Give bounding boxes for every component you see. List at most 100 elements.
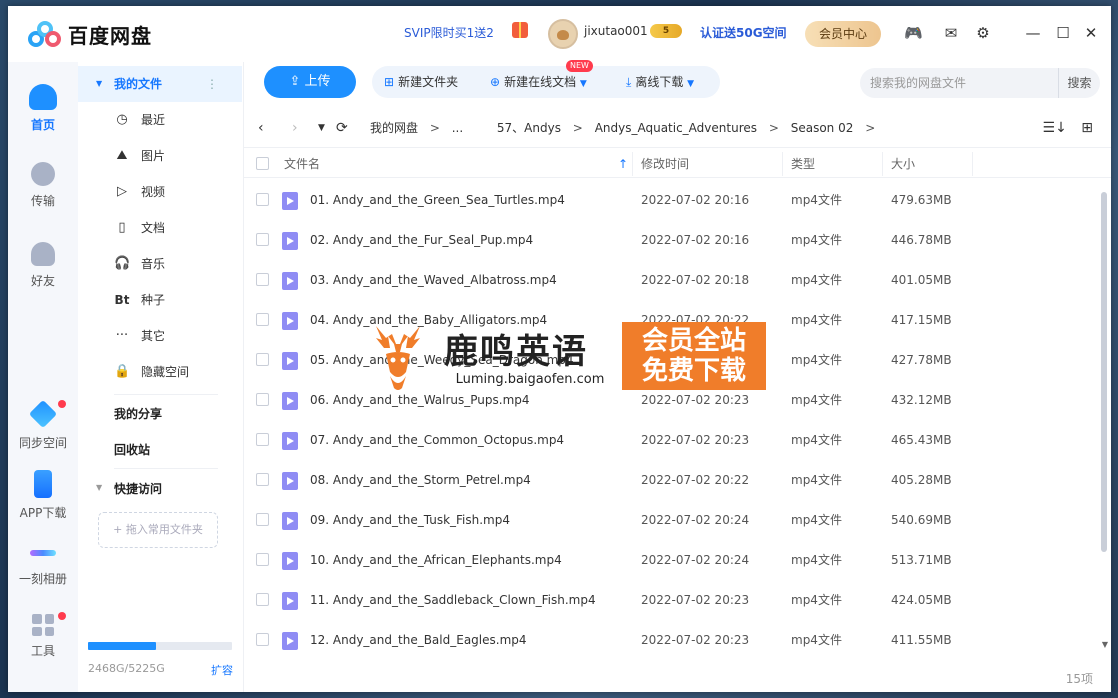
view-controls: ☰↓ ⊞ (1043, 108, 1093, 148)
forward-icon[interactable]: › (292, 108, 298, 148)
table-row[interactable]: 11. Andy_and_the_Saddleback_Clown_Fish.m… (244, 580, 1094, 620)
grid-view-icon[interactable]: ⊞ (1081, 120, 1093, 136)
back-icon[interactable]: ‹ (258, 108, 264, 148)
file-modified-time: 2022-07-02 20:16 (641, 193, 750, 207)
sidebar-item-recycle-bin[interactable]: 回收站 (114, 432, 150, 468)
rail-item-home[interactable]: 首页 (8, 84, 78, 133)
sidebar-item-hidden-space[interactable]: 🔒 隐藏空间 (78, 354, 242, 390)
row-checkbox[interactable] (256, 633, 269, 646)
gear-icon[interactable]: ⚙ (974, 24, 992, 42)
file-type: mp4文件 (791, 273, 842, 287)
row-checkbox[interactable] (256, 433, 269, 446)
row-checkbox[interactable] (256, 593, 269, 606)
table-row[interactable]: 10. Andy_and_the_African_Elephants.mp4 20… (244, 540, 1094, 580)
breadcrumb-item[interactable]: Andys_Aquatic_Adventures (595, 121, 757, 135)
table-row[interactable]: 02. Andy_and_the_Fur_Seal_Pup.mp4 2022-07… (244, 220, 1094, 260)
avatar[interactable] (548, 19, 578, 49)
rail-item-transfer[interactable]: 传输 (8, 162, 78, 209)
column-header-name[interactable]: 文件名 (284, 150, 320, 178)
file-name[interactable]: 08. Andy_and_the_Storm_Petrel.mp4 (310, 460, 531, 500)
sidebar-item-music[interactable]: 🎧 音乐 (78, 246, 242, 282)
table-row[interactable]: 12. Andy_and_the_Bald_Eagles.mp4 2022-07-… (244, 620, 1094, 660)
sidebar-item-label: 种子 (141, 293, 166, 307)
scroll-down-icon[interactable]: ▼ (1102, 640, 1108, 649)
refresh-icon[interactable]: ⟳ (336, 108, 348, 148)
quick-access-header[interactable]: 快捷访问 (96, 480, 162, 497)
sidebar-item-documents[interactable]: ▯ 文档 (78, 210, 242, 246)
video-file-icon (282, 472, 298, 490)
rail-item-friends[interactable]: 好友 (8, 242, 78, 289)
new-folder-button[interactable]: ⊞ 新建文件夹 (384, 66, 458, 98)
table-row[interactable]: 03. Andy_and_the_Waved_Albatross.mp4 2022… (244, 260, 1094, 300)
rail-item-sync[interactable]: 同步空间 (8, 399, 78, 451)
mail-icon[interactable]: ✉ (942, 24, 960, 42)
row-checkbox[interactable] (256, 553, 269, 566)
file-name[interactable]: 07. Andy_and_the_Common_Octopus.mp4 (310, 420, 564, 460)
gift-icon[interactable] (512, 22, 528, 38)
sort-list-icon[interactable]: ☰↓ (1043, 120, 1067, 136)
close-icon[interactable]: ✕ (1082, 24, 1100, 42)
sidebar-item-torrents[interactable]: Bt 种子 (78, 282, 242, 318)
row-checkbox[interactable] (256, 273, 269, 286)
file-name[interactable]: 12. Andy_and_the_Bald_Eagles.mp4 (310, 620, 527, 660)
sidebar-item-label: 图片 (141, 149, 166, 163)
auth-promo-link[interactable]: 认证送50G空间 (700, 24, 787, 41)
quick-access-drop-zone[interactable]: + 拖入常用文件夹 (98, 512, 218, 548)
file-name[interactable]: 03. Andy_and_the_Waved_Albatross.mp4 (310, 260, 557, 300)
svip-promo-link[interactable]: SVIP限时买1送2 (404, 24, 494, 41)
file-name[interactable]: 02. Andy_and_the_Fur_Seal_Pup.mp4 (310, 220, 533, 260)
sort-ascending-icon[interactable]: ↑ (618, 150, 628, 178)
sidebar-item-my-files[interactable]: 我的文件 ⋮ (78, 66, 242, 102)
rail-item-app-download[interactable]: APP下载 (8, 470, 78, 521)
breadcrumb-item[interactable]: Season 02 (791, 121, 854, 135)
row-checkbox[interactable] (256, 353, 269, 366)
more-icon[interactable]: ⋮ (206, 66, 218, 102)
column-header-type[interactable]: 类型 (791, 150, 815, 178)
minimize-icon[interactable]: — (1024, 24, 1042, 42)
search-input[interactable]: 搜索我的网盘文件 搜索 (860, 68, 1100, 98)
video-file-icon (282, 272, 298, 290)
sidebar-item-label: 隐藏空间 (141, 365, 190, 379)
breadcrumb-root[interactable]: 我的网盘 (370, 121, 418, 135)
username[interactable]: jixutao001 (584, 24, 648, 38)
file-name[interactable]: 10. Andy_and_the_African_Elephants.mp4 (310, 540, 562, 580)
sidebar-item-recent[interactable]: ◷ 最近 (78, 102, 242, 138)
column-header-modified[interactable]: 修改时间 (641, 150, 689, 178)
row-checkbox[interactable] (256, 393, 269, 406)
row-checkbox[interactable] (256, 313, 269, 326)
select-all-checkbox[interactable] (256, 157, 269, 170)
table-row[interactable]: 01. Andy_and_the_Green_Sea_Turtles.mp4 20… (244, 180, 1094, 220)
sidebar-item-my-share[interactable]: 我的分享 (114, 396, 162, 432)
upload-button[interactable]: ⇪ 上传 (264, 66, 356, 98)
file-name[interactable]: 11. Andy_and_the_Saddleback_Clown_Fish.m… (310, 580, 596, 620)
table-row[interactable]: 08. Andy_and_the_Storm_Petrel.mp4 2022-07… (244, 460, 1094, 500)
sidebar-item-other[interactable]: ··· 其它 (78, 318, 242, 354)
rail-item-tools[interactable]: 工具 (8, 612, 78, 659)
vip-center-button[interactable]: 会员中心 (805, 21, 881, 47)
table-row[interactable]: 07. Andy_and_the_Common_Octopus.mp4 2022-… (244, 420, 1094, 460)
search-button[interactable]: 搜索 (1058, 68, 1100, 98)
scrollbar[interactable] (1101, 192, 1107, 552)
file-name[interactable]: 01. Andy_and_the_Green_Sea_Turtles.mp4 (310, 180, 565, 220)
column-header-size[interactable]: 大小 (891, 150, 915, 178)
row-checkbox[interactable] (256, 473, 269, 486)
maximize-icon[interactable]: ☐ (1054, 24, 1072, 42)
breadcrumb-item[interactable]: 57、Andys (497, 121, 561, 135)
row-checkbox[interactable] (256, 233, 269, 246)
app-window: 百度网盘 SVIP限时买1送2 jixutao001 5 认证送50G空间 会员… (8, 6, 1111, 692)
row-checkbox[interactable] (256, 513, 269, 526)
sidebar-item-images[interactable]: ⛰ 图片 (78, 138, 242, 174)
expand-storage-link[interactable]: 扩容 (211, 662, 233, 678)
history-dropdown-icon[interactable]: ▼ (318, 108, 325, 148)
app-logo[interactable]: 百度网盘 (28, 20, 152, 49)
row-checkbox[interactable] (256, 193, 269, 206)
more-icon: ··· (115, 328, 129, 343)
offline-download-button[interactable]: ⤓ 离线下载 ▼ (626, 66, 694, 98)
table-row[interactable]: 09. Andy_and_the_Tusk_Fish.mp4 2022-07-02… (244, 500, 1094, 540)
sidebar-item-videos[interactable]: ▷ 视频 (78, 174, 242, 210)
rail-item-album[interactable]: 一刻相册 (8, 540, 78, 587)
file-name[interactable]: 09. Andy_and_the_Tusk_Fish.mp4 (310, 500, 510, 540)
breadcrumb-ellipsis[interactable]: ... (452, 121, 463, 135)
file-type: mp4文件 (791, 473, 842, 487)
gamepad-icon[interactable]: 🎮 (904, 24, 923, 42)
